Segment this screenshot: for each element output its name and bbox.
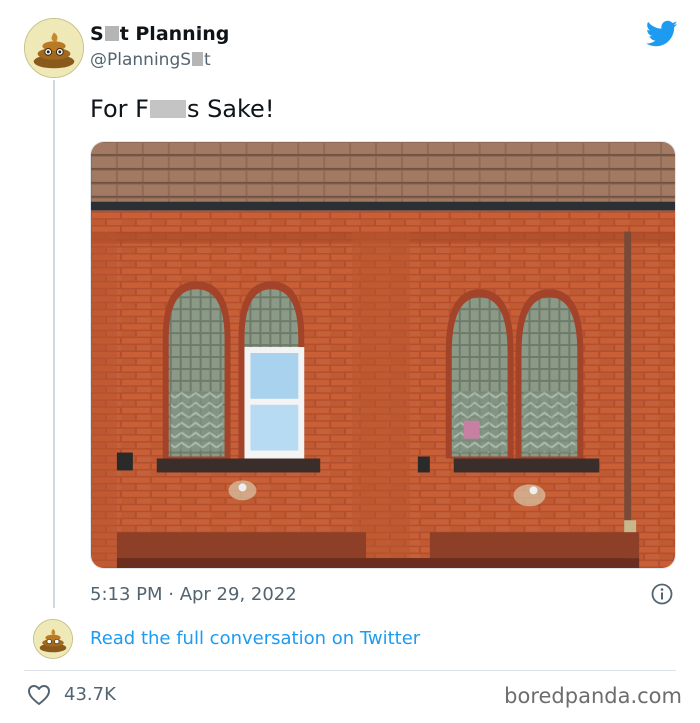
censor-block [104, 25, 119, 41]
read-conversation-link[interactable]: Read the full conversation on Twitter [90, 628, 420, 649]
tweet-photo[interactable] [90, 141, 676, 569]
user-name-part: t Planning [119, 23, 230, 45]
source-watermark: boredpanda.com [504, 684, 682, 708]
poop-emoji-avatar-icon [34, 620, 72, 658]
user-handle[interactable]: @PlanningS t [90, 50, 211, 70]
reply-avatar[interactable] [33, 619, 73, 659]
tweet-text: For F s Sake! [90, 95, 274, 123]
poop-emoji-avatar-icon [25, 19, 83, 77]
divider [24, 670, 676, 671]
censor-block [149, 100, 186, 118]
heart-icon[interactable] [27, 684, 51, 706]
church-windows-photo [91, 142, 675, 568]
user-name-part: S [90, 23, 104, 45]
tweet-card: St Planning @PlanningS t For F s Sake! 5:… [0, 0, 700, 723]
user-handle-part: t [204, 50, 211, 70]
user-name[interactable]: St Planning [90, 23, 229, 45]
like-count: 43.7K [64, 684, 116, 705]
censor-block [192, 52, 204, 66]
tweet-text-part: For F [90, 95, 149, 123]
thread-line [53, 80, 55, 608]
twitter-bird-icon[interactable] [646, 20, 678, 48]
tweet-text-part: s Sake! [186, 95, 275, 123]
tweet-timestamp[interactable]: 5:13 PM · Apr 29, 2022 [90, 584, 297, 605]
info-icon[interactable] [651, 583, 673, 605]
avatar[interactable] [24, 18, 84, 78]
user-handle-part: @PlanningS [90, 50, 192, 70]
